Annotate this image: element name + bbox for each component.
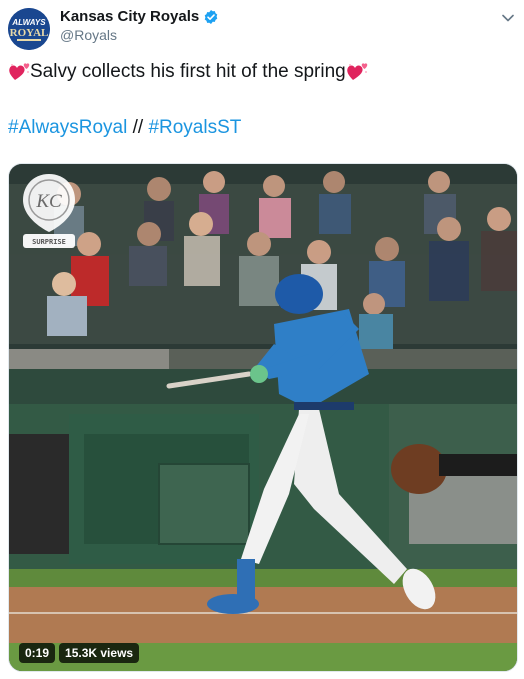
verified-icon: [203, 9, 219, 25]
name-row: Kansas City Royals: [60, 8, 219, 25]
badge-logo: KC: [35, 191, 62, 212]
avatar-text-1: ALWAYS: [11, 18, 46, 27]
crowd: [9, 171, 517, 354]
hashtag-line: #AlwaysRoyal // #RoyalsST: [8, 116, 508, 140]
handle[interactable]: @Royals: [60, 27, 117, 43]
tweet-text: Salvy collects his first hit of the spri…: [8, 60, 508, 140]
avatar-text-2: ROYAL: [10, 27, 49, 39]
sparkling-heart-icon: [346, 62, 368, 82]
sparkling-heart-icon: [8, 62, 30, 82]
video-frame: [9, 164, 517, 671]
avatar[interactable]: ALWAYS ROYAL: [8, 8, 50, 50]
caret-down-icon[interactable]: [500, 10, 516, 26]
video-meta: 0:19 15.3K views: [19, 643, 140, 663]
hashtag-royals-st[interactable]: #RoyalsST: [148, 117, 241, 138]
tweet-card: ALWAYS ROYAL Kansas City Royals @Royals: [0, 0, 524, 679]
display-name[interactable]: Kansas City Royals: [60, 8, 199, 25]
tweet-text-line: Salvy collects his first hit of the spri…: [8, 60, 508, 84]
hashtag-separator: //: [132, 117, 144, 138]
video-views: 15.3K views: [59, 643, 140, 663]
video-duration: 0:19: [19, 643, 56, 663]
video-player[interactable]: KC SURPRISE 0:19 15.3K views: [8, 163, 518, 672]
tweet-body: Salvy collects his first hit of the spri…: [30, 61, 346, 82]
hashtag-always-royal[interactable]: #AlwaysRoyal: [8, 117, 127, 138]
location-badge: KC SURPRISE: [19, 172, 79, 260]
badge-label: SURPRISE: [32, 238, 66, 246]
